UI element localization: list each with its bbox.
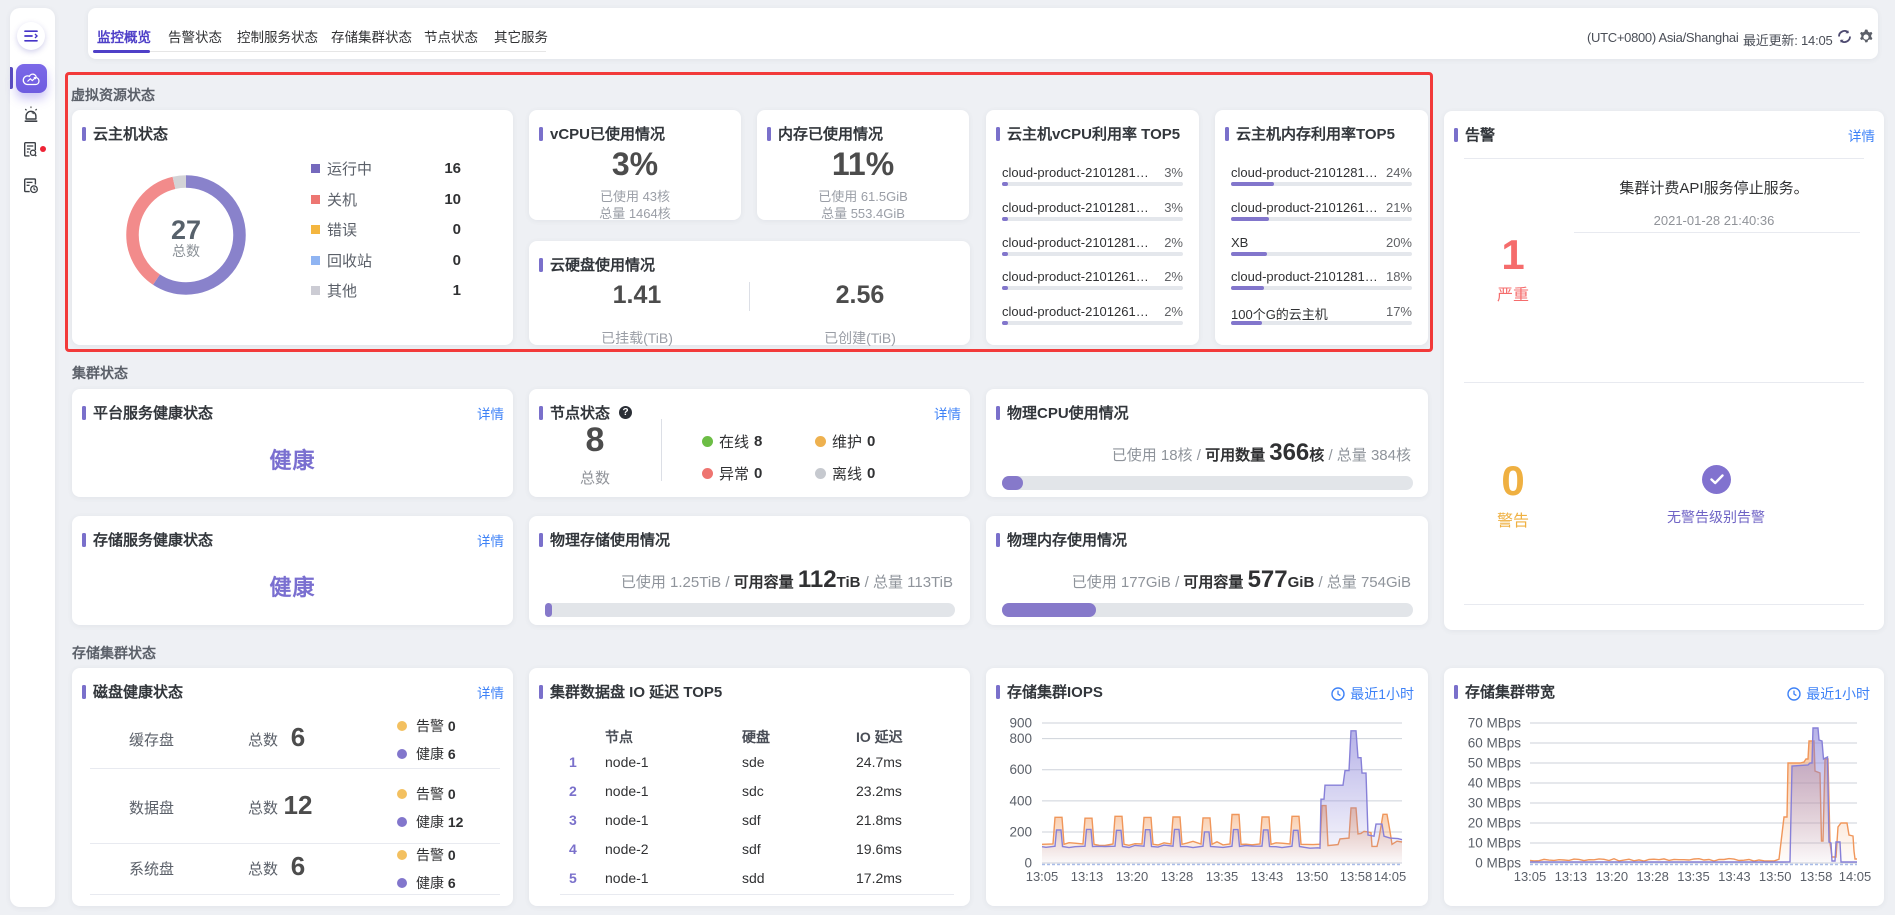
svg-text:13:50: 13:50: [1296, 869, 1329, 884]
svg-text:13:20: 13:20: [1596, 869, 1629, 884]
svg-text:900: 900: [1009, 716, 1032, 731]
svg-text:14:05: 14:05: [1374, 869, 1407, 884]
svg-text:10 MBps: 10 MBps: [1468, 836, 1522, 851]
svg-text:13:58: 13:58: [1340, 869, 1373, 884]
svg-text:200: 200: [1009, 825, 1032, 840]
svg-text:70 MBps: 70 MBps: [1468, 716, 1522, 731]
svg-text:50 MBps: 50 MBps: [1468, 756, 1522, 771]
svg-text:13:35: 13:35: [1206, 869, 1239, 884]
svg-text:13:28: 13:28: [1161, 869, 1194, 884]
svg-text:13:05: 13:05: [1514, 869, 1547, 884]
svg-text:13:28: 13:28: [1636, 869, 1669, 884]
svg-text:800: 800: [1009, 731, 1032, 746]
svg-text:20 MBps: 20 MBps: [1468, 816, 1522, 831]
svg-text:13:13: 13:13: [1555, 869, 1588, 884]
svg-text:14:05: 14:05: [1839, 869, 1872, 884]
svg-text:13:13: 13:13: [1071, 869, 1104, 884]
svg-text:13:43: 13:43: [1251, 869, 1284, 884]
svg-text:13:35: 13:35: [1677, 869, 1710, 884]
svg-text:13:20: 13:20: [1116, 869, 1149, 884]
svg-text:400: 400: [1009, 793, 1032, 808]
svg-text:40 MBps: 40 MBps: [1468, 776, 1522, 791]
svg-text:13:43: 13:43: [1718, 869, 1751, 884]
svg-text:13:50: 13:50: [1759, 869, 1792, 884]
svg-text:600: 600: [1009, 762, 1032, 777]
svg-text:60 MBps: 60 MBps: [1468, 736, 1522, 751]
svg-text:30 MBps: 30 MBps: [1468, 796, 1522, 811]
svg-text:13:05: 13:05: [1026, 869, 1059, 884]
svg-text:13:58: 13:58: [1800, 869, 1833, 884]
